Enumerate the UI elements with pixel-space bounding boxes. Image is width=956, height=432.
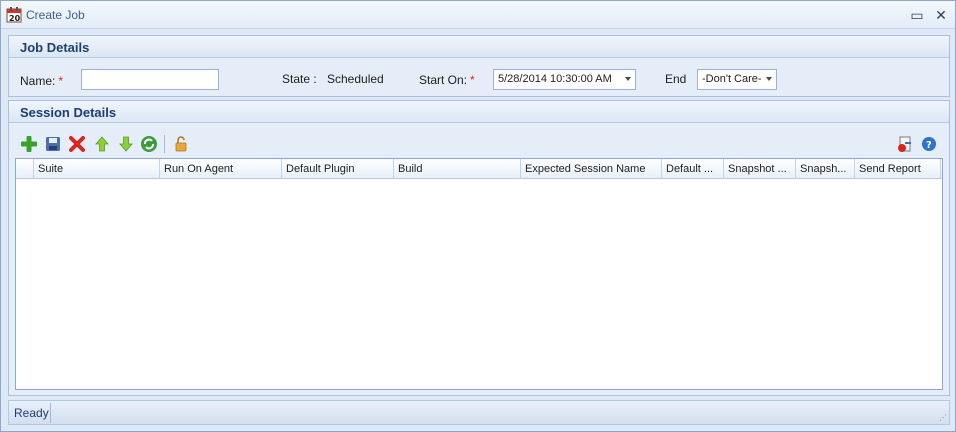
create-job-window: 20 Create Job ▭ ✕ Job Details Name: * Sta… [0, 0, 956, 432]
status-separator [50, 403, 51, 423]
help-icon[interactable]: ? [919, 134, 939, 154]
job-details-panel: Job Details Name: * State : Scheduled Sta… [8, 35, 950, 97]
title-bar[interactable]: 20 Create Job ▭ ✕ [1, 1, 955, 29]
row-selector-column[interactable] [16, 159, 34, 179]
close-icon[interactable]: ✕ [933, 7, 949, 23]
state-label: State : [282, 72, 317, 86]
column-header-expected-session-name[interactable]: Expected Session Name [521, 159, 662, 179]
column-header-build[interactable]: Build [394, 159, 521, 179]
restore-icon[interactable]: ▭ [909, 7, 925, 23]
start-required-marker: * [470, 73, 475, 87]
end-label: End [665, 72, 687, 86]
end-value: -Don't Care- [702, 73, 762, 85]
svg-text:?: ? [926, 140, 932, 151]
column-header-send-report[interactable]: Send Report [855, 159, 941, 179]
window-title: Create Job [26, 8, 85, 22]
name-input[interactable] [81, 69, 219, 90]
column-header-default[interactable]: Default ... [662, 159, 724, 179]
export-icon[interactable] [895, 134, 915, 154]
session-details-title: Session Details [20, 105, 117, 120]
delete-icon[interactable] [67, 134, 87, 154]
session-details-header: Session Details [9, 101, 949, 123]
start-on-label-text: Start On: [419, 73, 468, 87]
toolbar-separator [164, 135, 165, 153]
grid-header: Suite Run On Agent Default Plugin Build … [16, 159, 942, 179]
column-header-snapsh[interactable]: Snapsh... [796, 159, 855, 179]
calendar-icon: 20 [6, 6, 22, 23]
start-on-value: 5/28/2014 10:30:00 AM [498, 73, 612, 85]
start-on-label: Start On: * [419, 73, 475, 87]
state-value: Scheduled [327, 72, 384, 86]
start-on-datepicker[interactable]: 5/28/2014 10:30:00 AM [493, 69, 636, 90]
session-toolbar: ? [9, 131, 949, 157]
status-bar: Ready ⋰ [8, 400, 950, 425]
chevron-down-icon[interactable] [625, 77, 631, 81]
status-text: Ready [14, 406, 49, 420]
name-label: Name: * [20, 74, 63, 88]
column-header-suite[interactable]: Suite [34, 159, 160, 179]
column-header-run-on-agent[interactable]: Run On Agent [160, 159, 282, 179]
move-down-icon[interactable] [116, 134, 136, 154]
column-header-snapshot[interactable]: Snapshot ... [724, 159, 796, 179]
job-details-title: Job Details [20, 40, 90, 55]
move-up-icon[interactable] [92, 134, 112, 154]
name-label-text: Name: [20, 74, 56, 88]
column-header-default-plugin[interactable]: Default Plugin [282, 159, 394, 179]
session-details-panel: Session Details ? Suite Run On Agent Def… [8, 100, 950, 396]
save-icon[interactable] [43, 134, 63, 154]
end-select[interactable]: -Don't Care- [697, 69, 777, 90]
name-required-marker: * [58, 74, 64, 88]
refresh-icon[interactable] [139, 134, 159, 154]
job-details-header: Job Details [9, 36, 949, 58]
resize-grip-icon[interactable]: ⋰ [939, 414, 947, 422]
add-icon[interactable] [19, 134, 39, 154]
unlock-icon[interactable] [171, 134, 191, 154]
sessions-grid[interactable]: Suite Run On Agent Default Plugin Build … [15, 158, 943, 390]
chevron-down-icon[interactable] [766, 77, 772, 81]
svg-text:20: 20 [9, 14, 21, 23]
